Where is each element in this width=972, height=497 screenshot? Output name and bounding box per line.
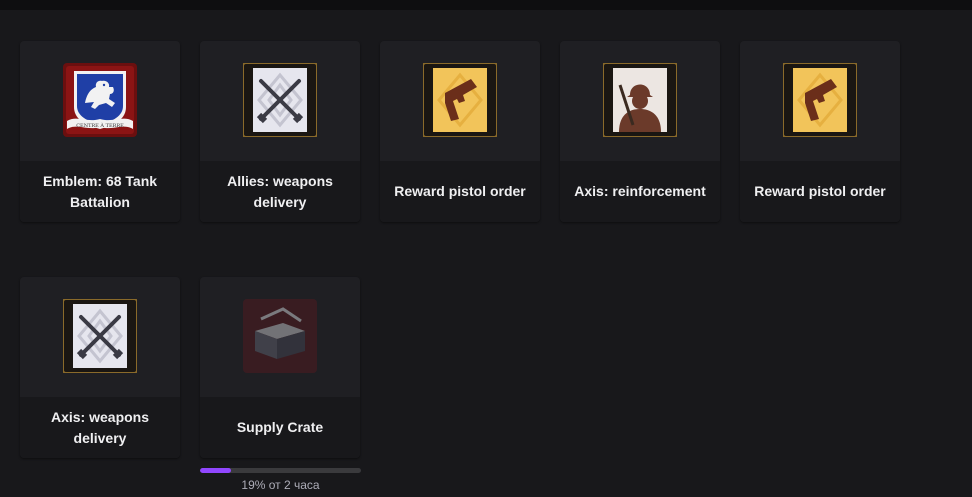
drop-name: Supply Crate bbox=[236, 419, 324, 435]
tank-battalion-emblem-icon: CENTRE À TERRE bbox=[63, 63, 137, 137]
drop-image-area bbox=[380, 41, 540, 161]
drop-name: Reward pistol order bbox=[754, 183, 886, 199]
drop-name: Axis: reinforcement bbox=[574, 183, 706, 199]
drop-card-axis-weapons-delivery[interactable]: Axis: weapons delivery bbox=[20, 277, 180, 458]
drop-name: Emblem: 68 Tank Battalion bbox=[42, 172, 158, 210]
drop-card-emblem-68-tank-battalion[interactable]: CENTRE À TERRE Emblem: 68 Tank Battalion bbox=[20, 41, 180, 222]
drop-card-allies-weapons-delivery[interactable]: Allies: weapons delivery bbox=[200, 41, 360, 222]
pistol-card-icon bbox=[783, 63, 857, 137]
drop-image-area: CENTRE À TERRE bbox=[20, 41, 180, 161]
supply-crate-icon bbox=[243, 299, 317, 373]
top-bar bbox=[0, 0, 972, 10]
soldier-card-icon bbox=[603, 63, 677, 137]
drop-image-area bbox=[200, 41, 360, 161]
drop-card-reward-pistol-order[interactable]: Reward pistol order bbox=[740, 41, 900, 222]
drop-card-axis-reinforcement[interactable]: Axis: reinforcement bbox=[560, 41, 720, 222]
drop-image-area bbox=[200, 277, 360, 397]
drop-image-area bbox=[740, 41, 900, 161]
pistol-card-icon bbox=[423, 63, 497, 137]
progress-text: 19% от 2 часа bbox=[241, 478, 320, 492]
drop-name: Reward pistol order bbox=[394, 183, 526, 199]
crossed-rifles-card-icon bbox=[243, 63, 317, 137]
progress-fill bbox=[200, 468, 231, 473]
crossed-rifles-card-icon bbox=[63, 299, 137, 373]
svg-text:CENTRE À TERRE: CENTRE À TERRE bbox=[76, 122, 124, 129]
drop-card-reward-pistol-order[interactable]: Reward pistol order bbox=[380, 41, 540, 222]
supply-crate-progress-bar bbox=[200, 468, 361, 473]
drop-image-area bbox=[560, 41, 720, 161]
drop-name: Allies: weapons delivery bbox=[227, 172, 333, 210]
drop-card-supply-crate[interactable]: Supply Crate bbox=[200, 277, 360, 458]
drop-image-area bbox=[20, 277, 180, 397]
drop-name: Axis: weapons delivery bbox=[50, 408, 150, 446]
